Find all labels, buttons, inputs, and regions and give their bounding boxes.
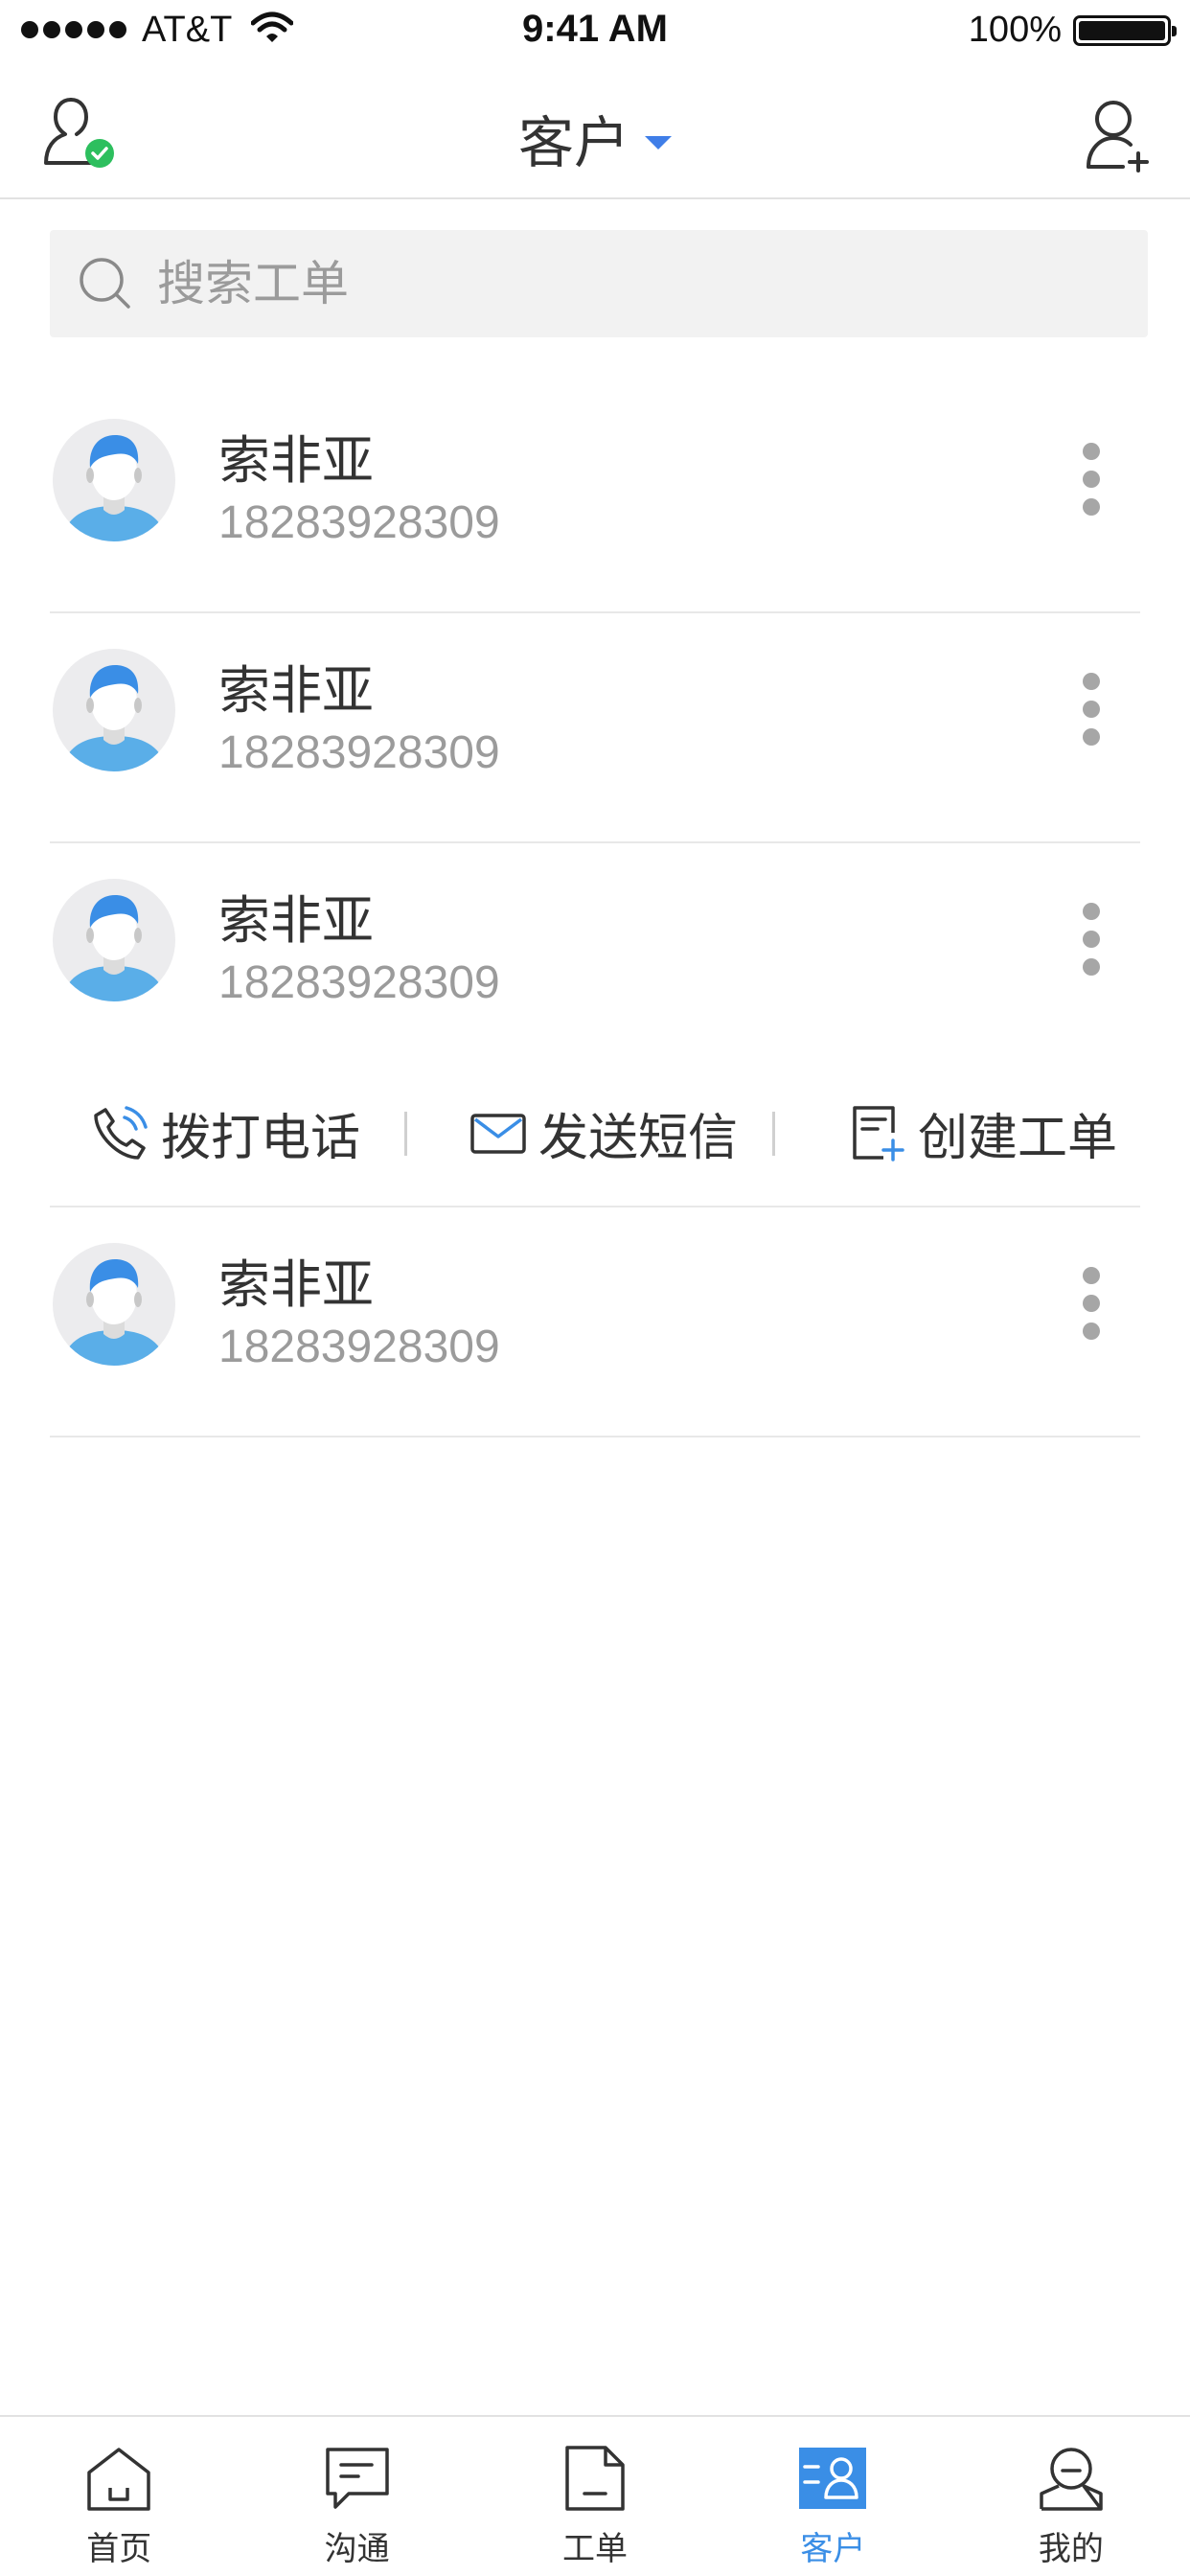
customer-list-item[interactable]: 索非亚 18283928309 — [50, 613, 1140, 843]
tab-profile[interactable]: 我的 — [952, 2417, 1190, 2576]
tab-bar: 首页 沟通 工单 客户 我的 — [0, 2415, 1190, 2576]
battery-percentage: 100% — [968, 10, 1062, 50]
divider — [772, 1112, 775, 1156]
search-input[interactable] — [157, 230, 1125, 337]
tab-label: 首页 — [86, 2530, 152, 2568]
tab-chat[interactable]: 沟通 — [238, 2417, 475, 2576]
customer-list-item[interactable]: 索非亚 18283928309 — [50, 1208, 1140, 1438]
call-button-label: 拨打电话 — [161, 1109, 361, 1167]
customer-phone: 18283928309 — [218, 497, 500, 548]
status-bar: AT&T 9:41 AM 100% — [0, 0, 1190, 61]
customer-phone: 18283928309 — [218, 727, 500, 778]
tab-label: 工单 — [562, 2530, 629, 2568]
customer-phone: 18283928309 — [218, 957, 500, 1008]
avatar — [53, 879, 175, 1001]
customer-name: 索非亚 — [218, 430, 374, 491]
divider — [404, 1112, 407, 1156]
tab-label: 我的 — [1038, 2530, 1104, 2568]
more-options-icon[interactable] — [1077, 1267, 1106, 1340]
chat-icon — [325, 2448, 389, 2509]
tab-customers[interactable]: 客户 — [714, 2417, 951, 2576]
tab-work-orders[interactable]: 工单 — [476, 2417, 714, 2576]
more-options-icon[interactable] — [1077, 443, 1106, 516]
phone-call-icon — [94, 1106, 148, 1160]
more-options-icon[interactable] — [1077, 673, 1106, 746]
page-title-label: 客户 — [517, 110, 629, 175]
page-title[interactable]: 客户 — [0, 98, 1190, 178]
battery-icon — [1073, 15, 1177, 46]
customer-phone: 18283928309 — [218, 1322, 500, 1372]
customer-name: 索非亚 — [218, 660, 374, 721]
more-options-icon[interactable] — [1077, 903, 1106, 976]
tab-label: 沟通 — [324, 2530, 390, 2568]
send-sms-label: 发送短信 — [538, 1109, 739, 1167]
profile-icon — [1040, 2448, 1103, 2511]
mail-icon — [470, 1114, 526, 1154]
navigation-bar: 客户 — [0, 61, 1190, 199]
home-icon — [87, 2448, 150, 2511]
search-bar — [50, 230, 1148, 337]
customer-name: 索非亚 — [218, 1254, 374, 1315]
call-button[interactable]: 拨打电话 — [92, 1094, 360, 1171]
create-order-button[interactable]: 创建工单 — [849, 1094, 1117, 1171]
customer-list-item-expanded[interactable]: 索非亚 18283928309 拨打电话 发送短信 创建工单 — [50, 843, 1140, 1208]
tab-label: 客户 — [800, 2530, 866, 2568]
customer-actions: 拨打电话 发送短信 创建工单 — [50, 1066, 1140, 1206]
avatar — [53, 1243, 175, 1366]
create-order-label: 创建工单 — [918, 1109, 1118, 1167]
tab-home[interactable]: 首页 — [0, 2417, 238, 2576]
dropdown-caret-icon — [645, 135, 672, 150]
send-sms-button[interactable]: 发送短信 — [469, 1094, 738, 1171]
customer-icon — [799, 2448, 867, 2509]
avatar — [53, 419, 175, 541]
customer-list-item[interactable]: 索非亚 18283928309 — [50, 383, 1140, 613]
document-icon — [565, 2446, 625, 2511]
add-user-icon[interactable] — [1085, 98, 1152, 172]
customer-list: 索非亚 18283928309 索非亚 18283928309 索非亚 1828… — [0, 383, 1190, 1438]
create-document-icon — [853, 1106, 904, 1162]
customer-name: 索非亚 — [218, 890, 374, 951]
avatar — [53, 649, 175, 771]
search-icon — [80, 258, 130, 309]
